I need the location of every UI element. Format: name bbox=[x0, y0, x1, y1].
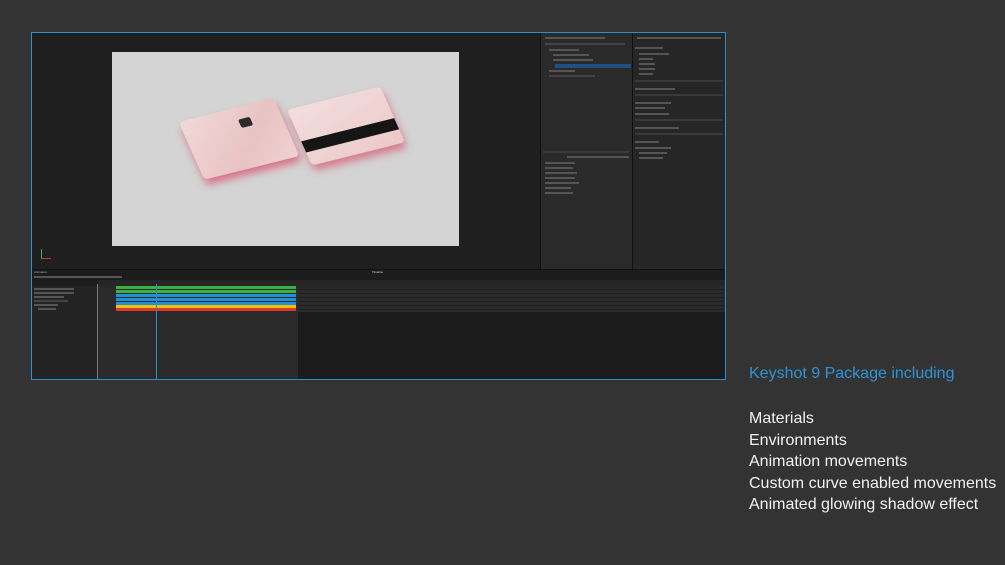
card-front bbox=[178, 98, 300, 180]
lighting-presets-header bbox=[635, 47, 663, 49]
material-row[interactable] bbox=[545, 167, 573, 169]
scene-tree-item[interactable] bbox=[549, 49, 579, 51]
feature-item: Animated glowing shadow effect bbox=[749, 496, 979, 513]
animation-item[interactable] bbox=[34, 304, 58, 306]
timeline-title: Timeline bbox=[372, 270, 384, 274]
keyshot-window: Animation Timeline bbox=[31, 32, 726, 380]
animation-item[interactable] bbox=[34, 300, 68, 302]
animation-list[interactable] bbox=[32, 286, 98, 379]
preset-option[interactable] bbox=[639, 68, 655, 70]
scene-scrollbar[interactable] bbox=[543, 151, 629, 153]
timeline-active-range[interactable] bbox=[98, 286, 298, 379]
product-mode-option[interactable] bbox=[639, 152, 667, 154]
rendering-technique-header bbox=[635, 147, 671, 149]
ground-illumination-checkbox[interactable] bbox=[635, 102, 671, 104]
animation-item[interactable] bbox=[34, 292, 74, 294]
card-chip bbox=[237, 116, 254, 129]
track-bar-green[interactable] bbox=[116, 290, 296, 293]
scene-tree-item[interactable] bbox=[553, 54, 589, 56]
playhead[interactable] bbox=[156, 284, 157, 379]
preset-option[interactable] bbox=[639, 58, 653, 60]
environment-lighting-header bbox=[635, 88, 675, 90]
material-row[interactable] bbox=[545, 177, 575, 179]
feature-item: Animation movements bbox=[749, 453, 908, 470]
scene-tree-item[interactable] bbox=[553, 59, 593, 61]
scene-search[interactable] bbox=[545, 43, 625, 45]
track-bar-red[interactable] bbox=[116, 308, 296, 311]
feature-list: Materials Environments Animation movemen… bbox=[749, 408, 996, 516]
feature-item: Materials bbox=[749, 410, 814, 427]
axis-x-icon bbox=[41, 258, 51, 259]
shadow-quality-slider[interactable] bbox=[635, 94, 723, 96]
ray-bounces-field[interactable] bbox=[635, 119, 723, 121]
scene-tree-item[interactable] bbox=[549, 70, 575, 72]
track-bar-green[interactable] bbox=[116, 286, 296, 289]
animation-label: Animation bbox=[34, 270, 48, 274]
animation-item[interactable] bbox=[38, 308, 56, 310]
global-illumination-checkbox[interactable] bbox=[635, 127, 679, 129]
package-title: Keyshot 9 Package including bbox=[749, 365, 955, 382]
caustics-checkbox[interactable] bbox=[635, 141, 659, 143]
interior-mode-option[interactable] bbox=[639, 157, 663, 159]
feature-item: Environments bbox=[749, 431, 847, 449]
render-viewport[interactable] bbox=[32, 33, 540, 269]
card-back bbox=[287, 86, 405, 166]
timeline-divider bbox=[97, 284, 98, 379]
track-bar-blue[interactable] bbox=[116, 294, 296, 297]
material-row[interactable] bbox=[545, 172, 577, 174]
timeline-toolbar[interactable] bbox=[34, 276, 122, 278]
lighting-panel[interactable] bbox=[632, 33, 725, 269]
scene-panel[interactable] bbox=[540, 33, 633, 269]
material-row[interactable] bbox=[545, 187, 571, 189]
scene-tree-item-selected[interactable] bbox=[555, 64, 631, 68]
magnetic-stripe bbox=[301, 118, 400, 153]
scene-tabs[interactable] bbox=[545, 37, 605, 39]
properties-tabs[interactable] bbox=[567, 156, 629, 158]
preset-option[interactable] bbox=[639, 53, 669, 55]
custom-preset-field[interactable] bbox=[635, 80, 723, 82]
material-row[interactable] bbox=[545, 182, 579, 184]
column-headers bbox=[545, 162, 575, 164]
self-shadows-checkbox[interactable] bbox=[635, 107, 665, 109]
axis-y-icon bbox=[41, 249, 42, 259]
scene-tree-item[interactable] bbox=[549, 75, 595, 77]
animation-item[interactable] bbox=[34, 296, 64, 298]
project-tabs[interactable] bbox=[637, 37, 721, 39]
render-image bbox=[112, 52, 459, 246]
gi-bounces-field[interactable] bbox=[635, 133, 723, 135]
timeline-panel[interactable]: Animation Timeline bbox=[32, 269, 725, 379]
feature-item: Custom curve enabled movements bbox=[749, 474, 997, 492]
general-lighting-header bbox=[635, 113, 669, 115]
track-bar-blue[interactable] bbox=[116, 298, 296, 301]
animation-item[interactable] bbox=[34, 288, 74, 290]
material-row[interactable] bbox=[545, 192, 573, 194]
preset-option[interactable] bbox=[639, 73, 653, 75]
preset-option[interactable] bbox=[639, 63, 655, 65]
